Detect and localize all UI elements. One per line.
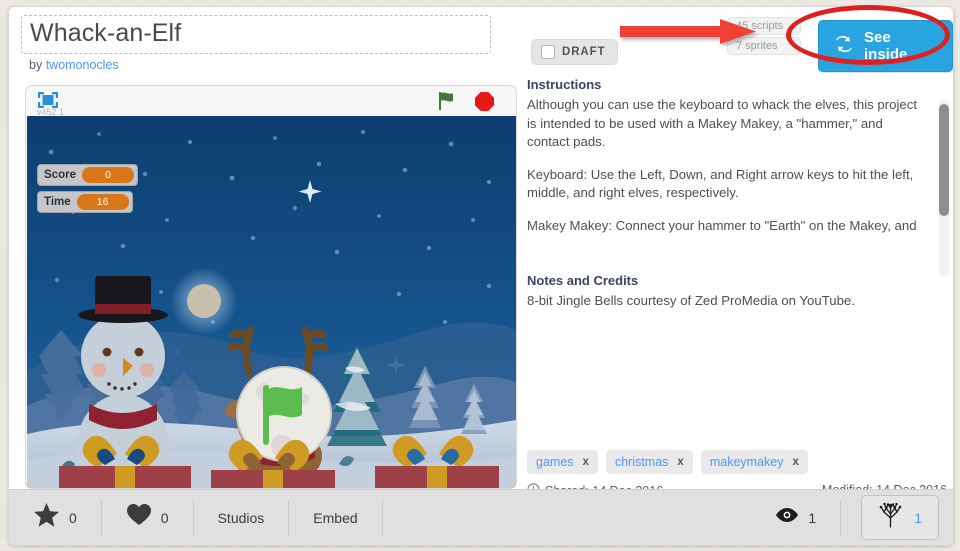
instructions-paragraph-1: Although you can use the keyboard to wha…	[527, 97, 917, 149]
title-area: by twomonocles	[21, 15, 509, 72]
watcher-score-name: Score	[44, 169, 76, 181]
project-page-card: by twomonocles DRAFT 45 scripts 7 sprite…	[8, 6, 954, 546]
favorites-button[interactable]: 0	[9, 499, 102, 536]
instructions-paragraph-2: Keyboard: Use the Left, Down, and Right …	[527, 166, 914, 201]
tag-list: games x christmas x makeymakey x	[527, 450, 808, 474]
remix-tree-icon	[878, 502, 903, 533]
heart-icon	[126, 503, 152, 532]
instructions-paragraph-3: Makey Makey: Connect your hammer to "Ear…	[527, 217, 917, 233]
watcher-time-name: Time	[44, 196, 71, 208]
instructions-heading: Instructions	[527, 77, 602, 92]
see-inside-label: See inside	[864, 29, 908, 63]
eye-icon	[775, 507, 799, 528]
project-details-panel: Instructions Although you can use the ke…	[525, 77, 949, 498]
favorites-count: 0	[69, 509, 77, 526]
notes-body: 8-bit Jingle Bells courtesy of Zed ProMe…	[527, 293, 855, 308]
project-title-input[interactable]	[21, 15, 491, 54]
scripts-stat: 45 scripts	[727, 17, 801, 35]
watcher-score: Score 0	[37, 164, 138, 186]
by-label: by	[29, 58, 43, 72]
loves-button[interactable]: 0	[102, 499, 194, 536]
star-icon	[33, 502, 60, 533]
tag-makeymakey-label: makeymakey	[709, 455, 784, 469]
sprites-stat: 7 sprites	[727, 37, 801, 55]
tag-christmas-remove-icon[interactable]: x	[677, 456, 683, 468]
project-footer: 0 0 Studios Embed 1 1	[9, 489, 953, 545]
watcher-time: Time 16	[37, 191, 133, 213]
views-stat: 1	[755, 499, 842, 536]
instructions-body[interactable]: Although you can use the keyboard to wha…	[525, 96, 949, 282]
draft-toggle[interactable]: DRAFT	[531, 39, 619, 65]
views-count: 1	[808, 509, 817, 526]
tag-christmas-label: christmas	[614, 455, 669, 469]
header-actions: DRAFT 45 scripts 7 sprites See inside	[513, 7, 953, 72]
studios-label: Studios	[217, 509, 265, 526]
studios-button[interactable]: Studios	[194, 499, 290, 536]
stop-sign-icon[interactable]	[475, 92, 494, 111]
tag-christmas[interactable]: christmas x	[605, 450, 693, 474]
author-link[interactable]: twomonocles	[46, 58, 119, 72]
notes-section: Notes and Credits 8-bit Jingle Bells cou…	[525, 273, 949, 310]
instructions-scrollbar-track[interactable]	[939, 100, 949, 276]
footer-right-group: 1 1	[755, 495, 953, 540]
remix-button[interactable]: 1	[861, 495, 939, 540]
tag-makeymakey[interactable]: makeymakey x	[700, 450, 808, 474]
draft-label: DRAFT	[562, 46, 606, 58]
see-inside-button[interactable]: See inside	[818, 20, 953, 72]
byline: by twomonocles	[29, 58, 509, 72]
embed-label: Embed	[313, 509, 358, 526]
project-stats: 45 scripts 7 sprites	[727, 17, 801, 55]
project-header: by twomonocles DRAFT 45 scripts 7 sprite…	[9, 7, 953, 72]
loves-count: 0	[160, 509, 169, 526]
tag-games-remove-icon[interactable]: x	[583, 456, 589, 468]
green-flag-icon[interactable]	[436, 90, 458, 112]
project-player: v452.1 Score 0 Time 16	[25, 85, 517, 489]
draft-checkbox[interactable]	[541, 45, 555, 59]
notes-heading: Notes and Credits	[527, 273, 639, 288]
watcher-time-value: 16	[76, 194, 129, 210]
remix-count: 1	[914, 509, 922, 526]
stage-canvas[interactable]: Score 0 Time 16	[27, 116, 516, 488]
embed-button[interactable]: Embed	[289, 499, 383, 536]
tag-games-label: games	[536, 455, 574, 469]
watcher-score-value: 0	[81, 167, 134, 183]
tag-makeymakey-remove-icon[interactable]: x	[792, 456, 798, 468]
instructions-scrollbar-thumb[interactable]	[939, 104, 949, 216]
tag-games[interactable]: games x	[527, 450, 598, 474]
see-inside-arrows-icon	[833, 35, 855, 58]
stage-controls-bar: v452.1	[26, 86, 516, 117]
